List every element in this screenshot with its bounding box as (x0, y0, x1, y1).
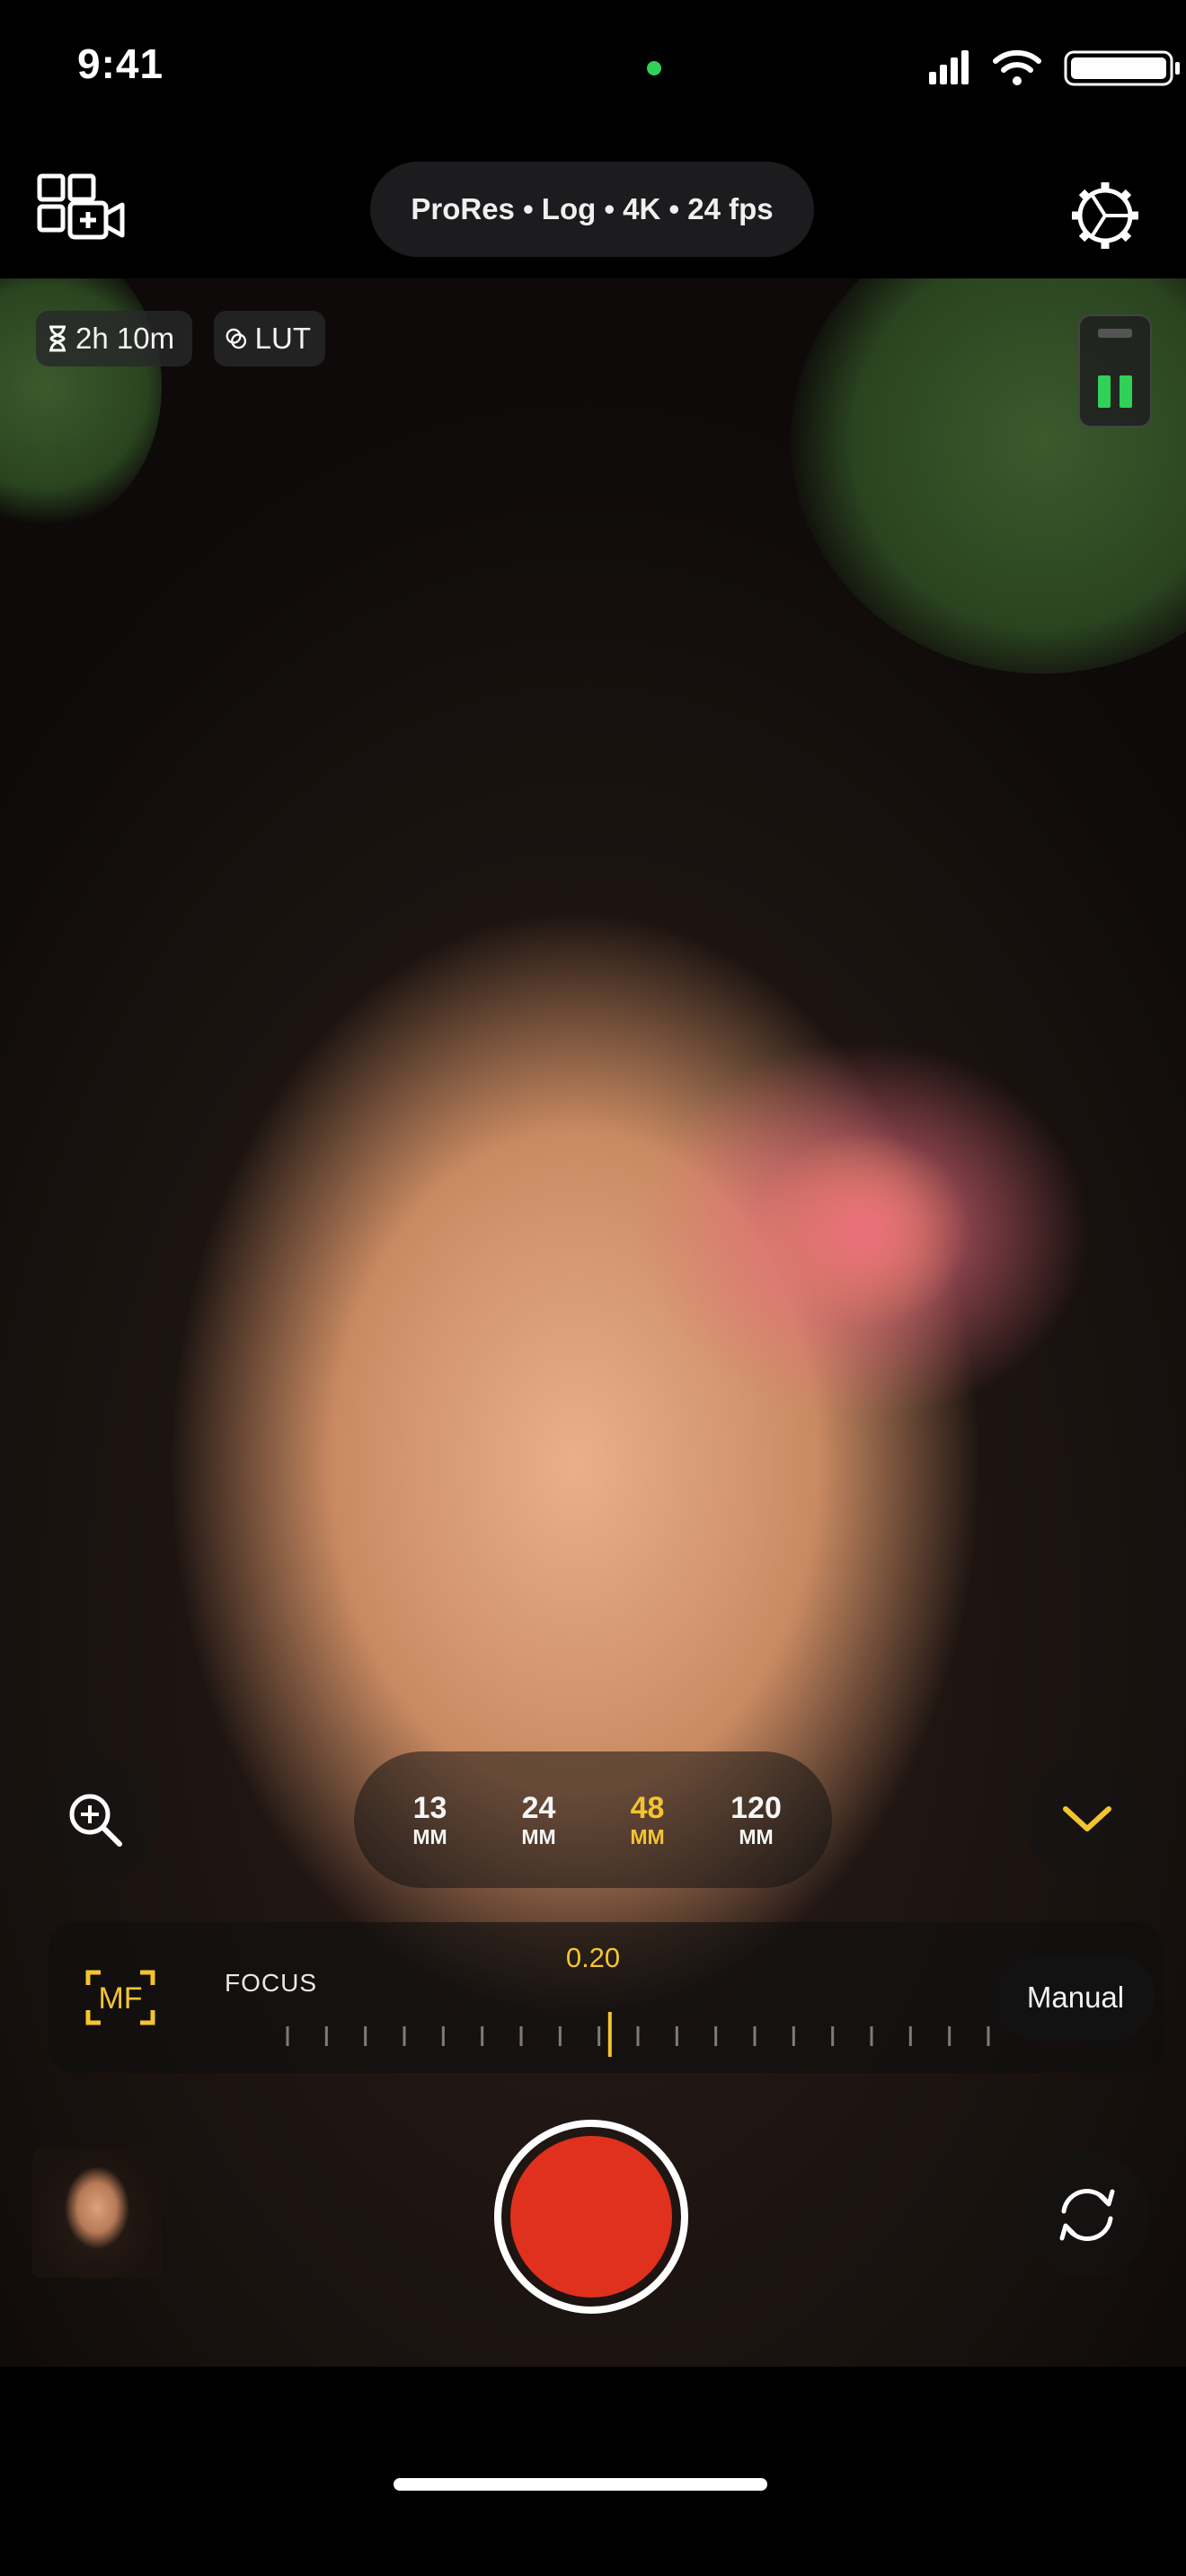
manual-focus-icon: MF (85, 1970, 155, 2025)
focus-control-panel: MF FOCUS 0.20 Manual (49, 1922, 1163, 2073)
privacy-indicator-dot (647, 61, 661, 75)
audio-meter-bar-right (1120, 375, 1132, 408)
lut-badge[interactable]: LUT (214, 311, 325, 366)
audio-meter-cap (1098, 329, 1132, 338)
lens-unit: MM (412, 1824, 447, 1848)
cellular-signal-icon (929, 50, 969, 84)
lens-option[interactable]: 24 MM (490, 1793, 589, 1848)
lens-focal-length: 24 (521, 1790, 556, 1825)
lens-option[interactable]: 120 MM (707, 1793, 806, 1848)
lut-text: LUT (254, 322, 311, 355)
status-bar: 9:41 (0, 0, 1186, 153)
focus-value: 0.20 (565, 1942, 621, 1973)
camera-viewfinder[interactable]: 2h 10m LUT 13 MM 24 MM 48 MM 120 MM MF F… (0, 278, 1186, 2367)
audio-level-meter[interactable] (1078, 314, 1152, 428)
lens-option[interactable]: 13 MM (381, 1793, 480, 1848)
zoom-button[interactable] (32, 1757, 158, 1883)
focus-mode-button[interactable]: Manual (996, 1954, 1155, 2041)
lens-focal-length: 48 (630, 1790, 665, 1825)
manual-focus-label: MF (98, 1981, 142, 2016)
expand-controls-button[interactable] (1024, 1757, 1150, 1883)
lens-focal-length: 13 (412, 1790, 447, 1825)
bottom-bar (0, 2367, 1186, 2576)
status-icons (929, 49, 1180, 86)
multicam-add-icon (37, 173, 125, 240)
hourglass-icon (49, 325, 66, 352)
focus-slider[interactable] (270, 2012, 1006, 2057)
lens-unit: MM (521, 1824, 556, 1848)
lens-selector: 13 MM 24 MM 48 MM 120 MM (354, 1751, 832, 1888)
settings-button[interactable] (1069, 180, 1141, 251)
chevron-down-icon (1063, 1806, 1111, 1831)
home-indicator[interactable] (394, 2478, 767, 2491)
lut-icon (226, 328, 247, 349)
lens-unit: MM (630, 1824, 665, 1848)
camera-flip-icon (1059, 2189, 1115, 2241)
battery-icon (1064, 50, 1180, 86)
record-time-badge: 2h 10m (36, 311, 192, 366)
record-button[interactable] (494, 2120, 688, 2314)
lens-unit: MM (739, 1824, 774, 1848)
flip-camera-button[interactable] (1024, 2152, 1150, 2278)
zoom-in-icon (69, 1794, 122, 1847)
lens-focal-length: 120 (730, 1790, 782, 1825)
focus-label: FOCUS (225, 1969, 317, 1997)
wifi-icon (993, 49, 1041, 85)
format-summary-button[interactable]: ProRes • Log • 4K • 24 fps (370, 162, 814, 257)
top-bar: ProRes • Log • 4K • 24 fps (0, 153, 1186, 278)
record-time-text: 2h 10m (75, 322, 175, 355)
audio-meter-bar-left (1098, 375, 1111, 408)
multicam-button[interactable] (36, 172, 126, 244)
last-clip-thumbnail[interactable] (32, 2148, 162, 2278)
status-time: 9:41 (77, 40, 164, 87)
gear-icon (1072, 182, 1138, 249)
manual-focus-button[interactable]: MF (49, 1926, 192, 2069)
record-button-fill (510, 2136, 672, 2298)
lens-option[interactable]: 48 MM (598, 1793, 697, 1848)
